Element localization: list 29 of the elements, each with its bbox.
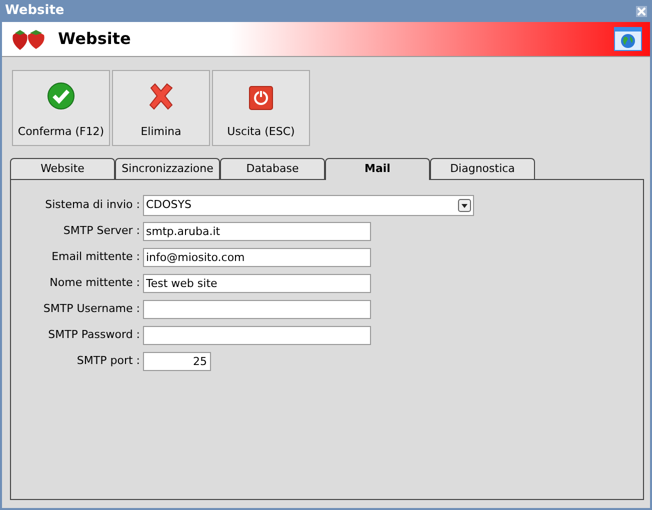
checkmark-icon — [47, 82, 75, 110]
input-field[interactable] — [143, 300, 371, 319]
cross-icon — [147, 82, 175, 110]
input-field[interactable]: 25 — [143, 352, 211, 371]
field-label: SMTP Server : — [62, 223, 141, 240]
close-icon[interactable] — [636, 6, 647, 16]
header-title: Website — [58, 28, 131, 50]
power-icon — [249, 86, 273, 110]
field-label: Email mittente : — [50, 249, 141, 266]
input-field[interactable]: Test web site — [143, 274, 371, 293]
input-field[interactable]: smtp.aruba.it — [143, 222, 371, 241]
field-label: SMTP port : — [76, 353, 141, 370]
tab[interactable]: Database — [220, 158, 325, 179]
tab[interactable]: Mail — [325, 158, 430, 180]
tab[interactable]: Diagnostica — [430, 158, 535, 179]
tab[interactable]: Website — [10, 158, 115, 179]
field-label: Nome mittente : — [48, 275, 141, 292]
field-label: SMTP Password : — [47, 327, 141, 344]
globe-window-icon — [614, 27, 642, 51]
input-field[interactable]: info@miosito.com — [143, 248, 371, 267]
window-title: Website — [5, 2, 64, 20]
field-label: SMTP Username : — [42, 301, 141, 318]
dropdown[interactable]: CDOSYS — [143, 195, 474, 216]
toolbar-button[interactable]: Conferma (F12) — [12, 70, 110, 146]
toolbar-button[interactable]: Elimina — [112, 70, 210, 146]
field-label: Sistema di invio : — [44, 197, 141, 214]
toolbar-button[interactable]: Uscita (ESC) — [212, 70, 310, 146]
input-field[interactable] — [143, 326, 371, 345]
tab[interactable]: Sincronizzazione — [115, 158, 220, 179]
